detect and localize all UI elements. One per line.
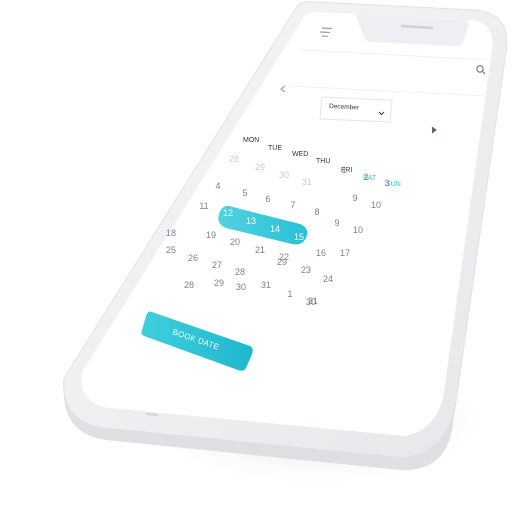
calendar-day[interactable]: 21 [255,245,265,255]
calendar-day[interactable]: 6 [265,194,270,204]
calendar-day[interactable]: 1 [341,165,346,175]
calendar-day[interactable]: 18 [166,228,176,238]
calendar-day[interactable]: 5 [242,188,247,198]
calendar-day[interactable]: 1 [287,289,292,299]
calendar-day[interactable]: 17 [340,248,350,258]
calendar-day[interactable]: 29 [255,162,265,172]
calendar-day[interactable]: 27 [212,260,222,270]
calendar-day[interactable]: 10 [353,225,363,235]
calendar-day[interactable]: 9 [334,218,339,228]
calendar-day[interactable]: 31 [308,296,318,306]
scene: December MON TUE WED THU FRI SAT SUN 28 29 30 31 1… [0,0,523,517]
weekday-wed: WED [292,151,308,158]
calendar-day[interactable]: 16 [316,248,326,258]
selected-day[interactable]: 14 [270,224,280,234]
calendar-day[interactable]: 23 [301,265,311,275]
weekday-mon: MON [243,137,259,144]
home-indicator [145,413,159,416]
weekday-tue: TUE [268,145,282,152]
calendar-day[interactable]: 11 [199,201,208,211]
calendar-day[interactable]: 29 [277,257,287,267]
calendar-day[interactable]: 4 [215,181,220,191]
calendar-day[interactable]: 9 [352,193,357,203]
calendar-day[interactable]: 29 [214,278,224,288]
calendar-day[interactable]: 8 [314,207,319,217]
selected-day[interactable]: 12 [223,208,233,218]
calendar-day[interactable]: 31 [302,177,312,187]
calendar-day[interactable]: 20 [230,237,240,247]
calendar-day[interactable]: 25 [166,245,176,255]
calendar-day[interactable]: 28 [229,154,239,164]
calendar-day[interactable]: 3 [384,178,389,188]
calendar-day[interactable]: 26 [188,253,198,263]
weekday-thu: THU [316,158,330,165]
month-select[interactable]: December [319,96,393,123]
calendar-day[interactable]: 28 [235,267,245,277]
selected-day[interactable]: 15 [294,232,304,242]
calendar-day[interactable]: 30 [279,170,289,180]
calendar-day[interactable]: 31 [261,280,271,290]
calendar-day[interactable]: 24 [323,274,333,284]
calendar-day[interactable]: 7 [290,200,295,210]
calendar-day[interactable]: 2 [363,172,368,182]
calendar-day[interactable]: 19 [206,230,216,240]
calendar-day[interactable]: 10 [371,200,381,210]
selected-day[interactable]: 13 [246,216,256,226]
phone: December MONTUEWEDTHUFRISATSUN 282930311… [63,1,508,471]
calendar-day[interactable]: 28 [184,280,194,290]
calendar-day[interactable]: 30 [236,282,246,292]
